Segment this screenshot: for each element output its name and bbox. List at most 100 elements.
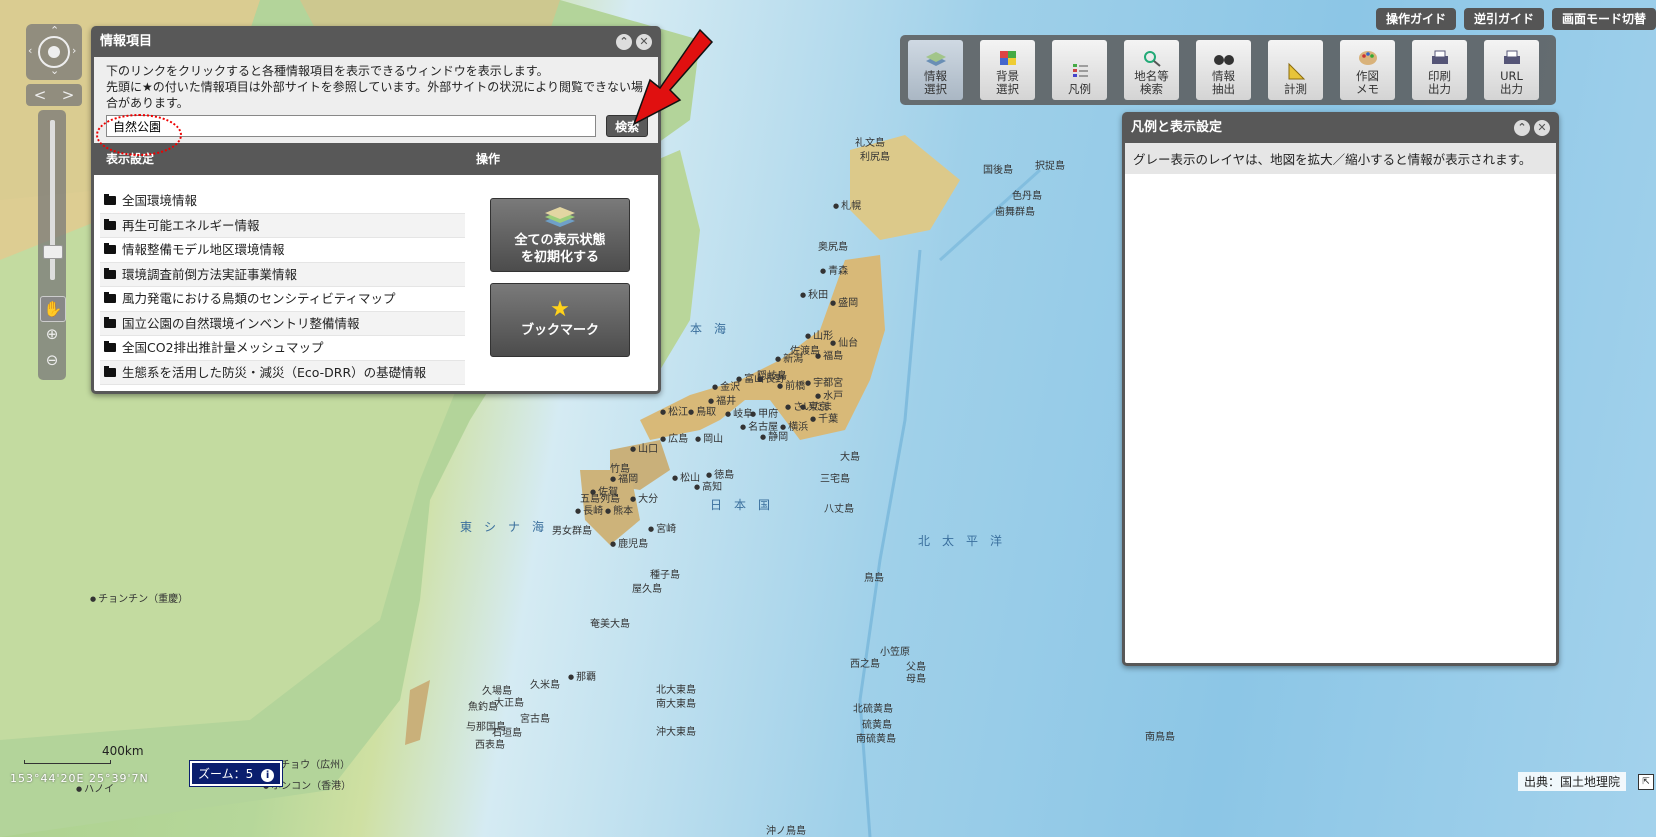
sea-label: 本海 [690,322,739,336]
history-controls: < > [26,84,82,106]
back-icon[interactable]: < [34,86,47,104]
zoom-slider-thumb[interactable] [43,245,63,259]
screen-mode-link[interactable]: 画面モード切替 [1551,8,1656,30]
bookmark-button[interactable]: ★ ブックマーク [490,283,630,357]
sea-label: 北太平洋 [918,534,1015,548]
item-label: 風力発電における鳥類のセンシティビティマップ [122,291,396,306]
pan-control[interactable]: ⌃ ⌄ ‹ › [26,24,82,80]
folder-icon [104,218,116,230]
list-item[interactable]: 再生可能エネルギー情報 [100,213,465,238]
highlight-ring [96,114,182,156]
scale-label: 400km [102,744,144,758]
city-label: 那覇 [568,668,596,683]
list-item[interactable]: 情報整備モデル地区環境情報 [100,238,465,263]
reverse-guide-link[interactable]: 逆引ガイド [1463,8,1544,30]
island-label: 屋久島 [632,584,662,595]
reset-display-button[interactable]: 全ての表示状態 を初期化する [490,198,630,272]
island-label: 南鳥島 [1145,732,1175,743]
city-label: チョンチン（重慶） [90,590,188,605]
info-items-panel: 情報項目 ⌃ ✕ 下のリンクをクリックすると各種情報項目を表示できるウィンドウを… [91,26,661,394]
ruler-icon [1288,62,1305,80]
panel-title: 情報項目 [100,34,153,49]
toolbar-label: 選択 [996,82,1019,96]
legend-button[interactable]: 凡例 [1052,40,1107,100]
place-search-button[interactable]: 地名等 検索 [1124,40,1179,100]
legend-panel: 凡例と表示設定 ⌃ ✕ グレー表示のレイヤは、地図を拡大／縮小すると情報が表示さ… [1122,112,1559,666]
item-label: 環境調査前倒方法実証事業情報 [122,266,298,282]
print-output-button[interactable]: 印刷 出力 [1412,40,1467,100]
pan-left-icon[interactable]: ‹ [28,44,32,57]
folder-icon [104,365,116,377]
toolbar-label: 凡例 [1068,82,1091,96]
list-item[interactable]: 全国CO2排出推計量メッシュマップ [100,336,465,361]
city-label: 盛岡 [830,294,858,309]
description-line: 下のリンクをクリックすると各種情報項目を表示できるウィンドウを表示します。 [106,64,549,78]
city-label: 広島 [660,430,688,445]
info-select-button[interactable]: 情報 選択 [908,40,963,100]
island-label: 硫黄島 [862,720,892,731]
printer-icon [1431,50,1448,64]
island-label: 男女群島 [552,526,592,537]
pan-up-icon[interactable]: ⌃ [50,24,59,37]
zoom-out-icon[interactable]: ⊖ [40,348,64,372]
island-label: 奥尻島 [818,242,848,253]
description-line: 先頭に★の付いた情報項目は外部サイトを参照しています。外部サイトの状況により閲覧… [106,80,643,110]
zoom-level-badge[interactable]: ズーム：5 i [188,760,284,787]
list-item[interactable]: 生態系を活用した防災・減災（Eco-DRR）の基礎情報 [100,360,465,385]
zoom-bar: ✋ ⊕ ⊖ [38,110,66,380]
list-item[interactable]: 風力発電における鳥類のセンシティビティマップ [100,287,465,312]
list-item[interactable]: 全国環境情報 [100,189,465,214]
folder-icon [104,292,116,303]
island-label: 三宅島 [820,474,850,485]
city-label: 徳島 [706,466,734,481]
info-icon[interactable]: i [261,769,275,782]
city-label: 山口 [630,440,658,455]
island-label: 竹島 [610,464,630,475]
pan-right-icon[interactable]: › [72,44,76,57]
island-label: 色丹島 [1012,191,1042,202]
draw-memo-button[interactable]: 作図 メモ [1340,40,1395,100]
toolbar-label: 検索 [1140,82,1163,96]
scale-line [24,760,111,764]
close-icon[interactable]: ✕ [1534,120,1550,136]
hand-tool-icon[interactable]: ✋ [40,296,66,322]
legend-message: グレー表示のレイヤは、地図を拡大／縮小すると情報が表示されます。 [1125,143,1556,174]
panel-header: 情報項目 ⌃ ✕ [94,29,658,57]
place-search-icon [1143,51,1161,67]
coordinate-readout: 153°44'20E 25°39'7N [10,772,149,785]
url-output-button[interactable]: URL 出力 [1484,40,1539,100]
layers-icon [925,52,946,66]
city-label: 千葉 [810,410,838,425]
item-label: 全国環境情報 [122,193,198,208]
panel-title: 凡例と表示設定 [1131,120,1223,135]
island-label: 利尻島 [860,152,890,163]
measure-button[interactable]: 計測 [1268,40,1323,100]
resize-corner-icon[interactable]: ⇱ [1638,774,1654,790]
pan-down-icon[interactable]: ⌄ [50,64,59,77]
zoom-in-icon[interactable]: ⊕ [40,322,64,346]
city-label: 札幌 [833,197,861,212]
column-header: 表示設定 操作 [94,143,658,175]
city-label: 青森 [820,262,848,277]
folder-icon [104,267,116,279]
island-label: 久米島 [530,680,560,691]
layers-stack-icon [545,207,575,227]
palette-icon [1358,51,1377,65]
background-icon [999,51,1016,65]
item-label: 再生可能エネルギー情報 [122,217,260,233]
zoom-label: ズーム：5 [198,767,254,781]
city-label: 鹿児島 [610,535,648,550]
toolbar-label: 計測 [1284,82,1307,96]
city-label: 宮崎 [648,520,676,535]
list-item[interactable]: 国立公園の自然環境インベントリ整備情報 [100,311,465,336]
forward-icon[interactable]: > [62,86,75,104]
item-label: 生態系を活用した防災・減災（Eco-DRR）の基礎情報 [122,364,427,380]
operation-guide-link[interactable]: 操作ガイド [1375,8,1456,30]
island-label: 鳥島 [864,573,884,584]
background-select-button[interactable]: 背景 選択 [980,40,1035,100]
info-extract-button[interactable]: 情報 抽出 [1196,40,1251,100]
pan-center-icon [48,46,60,58]
collapse-icon[interactable]: ⌃ [1514,120,1530,136]
list-item[interactable]: 環境調査前倒方法実証事業情報 [100,262,465,287]
red-arrow-icon [632,28,714,126]
